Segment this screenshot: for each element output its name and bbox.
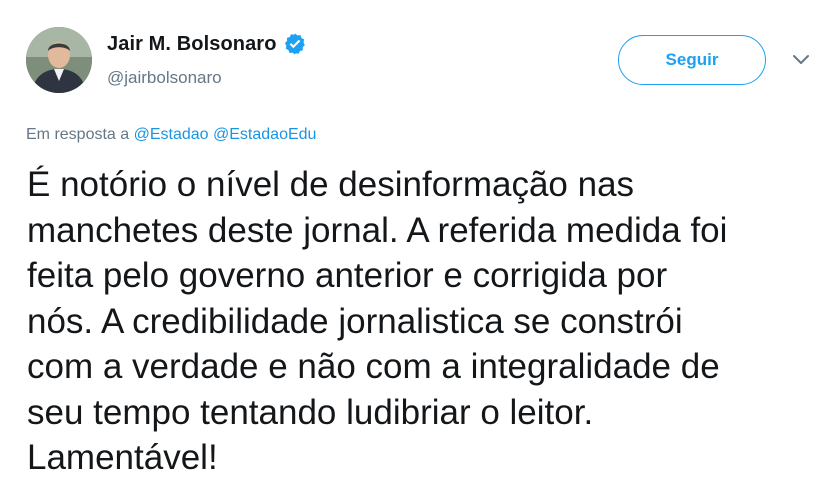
author-display-name[interactable]: Jair M. Bolsonaro (107, 33, 277, 56)
tweet-text: É notório o nível de desinformação nas m… (27, 162, 827, 481)
tweet-card: Jair M. Bolsonaro @jairbolsonaro Seguir … (0, 0, 840, 499)
reply-context-prefix: Em resposta a (26, 126, 130, 143)
tweet-text-line: feita pelo governo anterior e corrigida … (27, 256, 668, 295)
verified-badge-icon (283, 32, 307, 56)
follow-button[interactable]: Seguir (618, 35, 766, 85)
reply-context: Em resposta a @Estadao @EstadaoEdu (26, 126, 316, 144)
tweet-text-line: nós. A credibilidade jornalistica se con… (27, 301, 683, 341)
author-handle[interactable]: @jairbolsonaro (107, 68, 222, 88)
tweet-text-line: Lamentável! (27, 438, 218, 477)
tweet-text-line: É notório o nível de desinformação nas (27, 165, 635, 204)
tweet-text-line: seu tempo tentando ludibriar o leitor. (27, 392, 594, 432)
tweet-text-line: manchetes deste jornal. A referida medid… (27, 210, 728, 250)
tweet-text-line: com a verdade e não com a integralidade … (27, 347, 720, 386)
avatar-photo-icon (26, 27, 92, 93)
chevron-down-icon[interactable] (792, 53, 810, 67)
author-name-row: Jair M. Bolsonaro (107, 31, 307, 57)
reply-mention-estadaoedu[interactable]: @EstadaoEdu (213, 126, 316, 143)
reply-mention-estadao[interactable]: @Estadao (134, 126, 209, 143)
avatar[interactable] (26, 27, 92, 93)
